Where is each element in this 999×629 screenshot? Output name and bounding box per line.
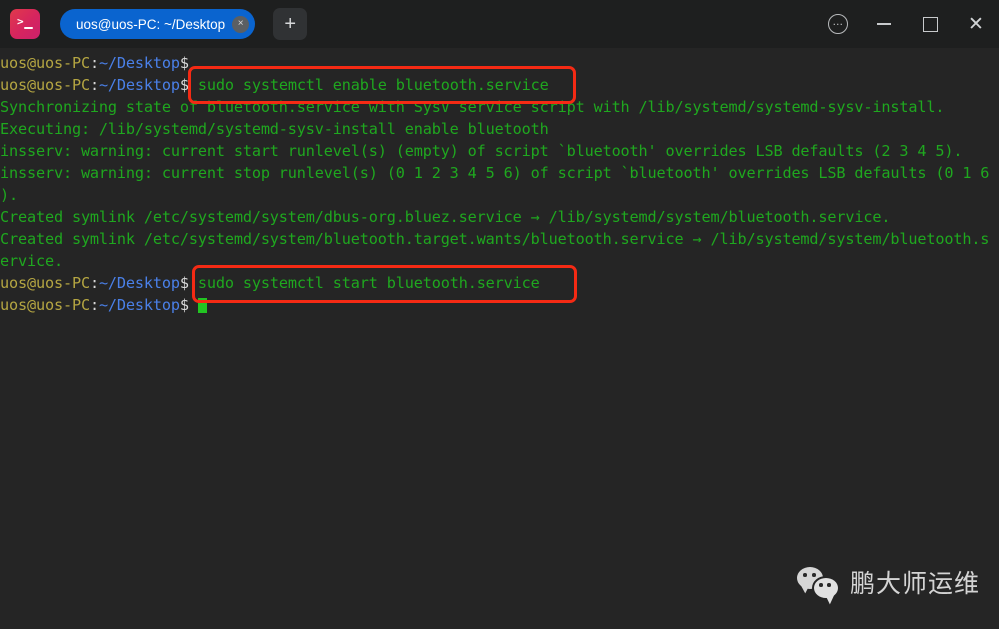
prompt-user: uos@uos-PC [0,296,90,314]
watermark-text: 鹏大师运维 [850,568,981,598]
prompt-path: ~/Desktop [98,76,180,94]
terminal-line: ). [0,184,999,206]
window-menu-button[interactable]: … [815,0,861,48]
prompt-dollar: $ [179,54,189,72]
wechat-dot [803,573,807,577]
window-controls: … ✕ [815,0,999,48]
watermark: 鹏大师运维 [797,566,980,600]
terminal-output-text: insserv: warning: current stop runlevel(… [0,164,990,182]
terminal-command-text: sudo systemctl start bluetooth.service [188,274,540,292]
wechat-dot [819,583,823,587]
terminal-line: Created symlink /etc/systemd/system/blue… [0,228,999,250]
prompt-path: ~/Desktop [98,296,180,314]
prompt-colon: : [89,76,99,94]
terminal-line: Synchronizing state of bluetooth.service… [0,96,999,118]
tab-uos-desktop[interactable]: uos@uos-PC: ~/Desktop × [60,9,256,39]
close-button[interactable]: ✕ [953,0,999,48]
terminal-output-text: ). [0,186,18,204]
terminal-lines: uos@uos-PC:~/Desktop$ uos@uos-PC:~/Deskto… [0,52,999,316]
prompt-dollar: $ [179,274,189,292]
wechat-dot [812,573,816,577]
terminal-output-text: Created symlink /etc/systemd/system/blue… [0,230,990,248]
ellipsis-icon: … [828,14,848,34]
maximize-button[interactable] [907,0,953,48]
wechat-dot [827,583,831,587]
terminal-line: Executing: /lib/systemd/systemd-sysv-ins… [0,118,999,140]
prompt-chevron-glyph: > [17,15,24,28]
terminal-command-text: sudo systemctl enable bluetooth.service [188,76,549,94]
prompt-underscore-glyph [24,27,33,29]
terminal-output-text: insserv: warning: current start runlevel… [0,142,963,160]
prompt-path: ~/Desktop [98,274,180,292]
terminal-line: uos@uos-PC:~/Desktop$ [0,294,999,316]
prompt-colon: : [89,54,99,72]
terminal-line: Created symlink /etc/systemd/system/dbus… [0,206,999,228]
prompt-colon: : [89,296,99,314]
terminal-line: uos@uos-PC:~/Desktop$ sudo systemctl ena… [0,74,999,96]
terminal-line: uos@uos-PC:~/Desktop$ sudo systemctl sta… [0,272,999,294]
prompt-dollar: $ [179,296,189,314]
terminal-output-text: Synchronizing state of bluetooth.service… [0,98,945,116]
terminal-line: uos@uos-PC:~/Desktop$ [0,52,999,74]
terminal-window: > uos@uos-PC: ~/Desktop × + … ✕ uos@uos-… [0,0,999,629]
terminal-line: insserv: warning: current start runlevel… [0,140,999,162]
tab-title: uos@uos-PC: ~/Desktop [76,16,226,32]
new-tab-button[interactable]: + [273,8,308,40]
prompt-user: uos@uos-PC [0,274,90,292]
prompt-user: uos@uos-PC [0,76,90,94]
tab-close-icon[interactable]: × [232,15,250,33]
terminal-prompt-icon: > [10,9,40,39]
terminal-output-text: Created symlink /etc/systemd/system/dbus… [0,208,891,226]
minimize-icon [877,23,891,25]
terminal-output-text: Executing: /lib/systemd/systemd-sysv-ins… [0,120,549,138]
prompt-path: ~/Desktop [98,54,180,72]
text-cursor [197,298,207,313]
terminal-output-text: ervice. [0,252,63,270]
terminal-command-text [189,296,198,314]
prompt-user: uos@uos-PC [0,54,90,72]
close-icon: ✕ [968,13,984,35]
wechat-bubble-front [812,576,840,600]
prompt-dollar: $ [179,76,189,94]
wechat-icon [797,566,841,600]
title-bar: > uos@uos-PC: ~/Desktop × + … ✕ [0,0,999,48]
terminal-line: insserv: warning: current stop runlevel(… [0,162,999,184]
minimize-button[interactable] [861,0,907,48]
terminal-line: ervice. [0,250,999,272]
prompt-colon: : [89,274,99,292]
maximize-icon [922,16,938,32]
terminal-output-area[interactable]: uos@uos-PC:~/Desktop$ uos@uos-PC:~/Deskto… [0,48,999,629]
